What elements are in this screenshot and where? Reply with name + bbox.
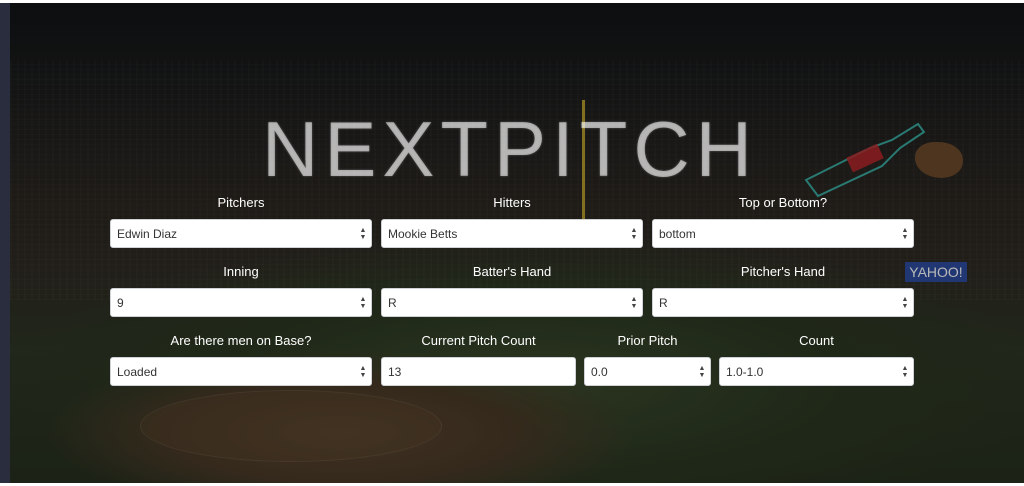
top-bottom-value: bottom xyxy=(659,227,696,241)
prior-pitch-value: 0.0 xyxy=(591,365,608,379)
pitch-count-value: 13 xyxy=(388,365,402,379)
inning-select[interactable]: 9 ▲ ▼ xyxy=(110,288,372,317)
count-label: Count xyxy=(799,333,834,348)
window-frame-left xyxy=(0,0,10,486)
up-down-arrow-icon: ▲ ▼ xyxy=(359,227,367,241)
batters-hand-value: R xyxy=(388,296,397,310)
pitch-count-label: Current Pitch Count xyxy=(421,333,536,348)
count-select[interactable]: 1.0-1.0 ▲ ▼ xyxy=(719,357,914,386)
count-value: 1.0-1.0 xyxy=(726,365,764,379)
up-down-arrow-icon: ▲ ▼ xyxy=(359,365,367,379)
pitch-count-input[interactable]: 13 xyxy=(381,357,576,386)
up-down-arrow-icon: ▲ ▼ xyxy=(698,365,706,379)
men-on-base-select[interactable]: Loaded ▲ ▼ xyxy=(110,357,372,386)
pitchers-label: Pitchers xyxy=(217,195,265,210)
pitchers-hand-label: Pitcher's Hand xyxy=(740,264,826,279)
men-on-base-value: Loaded xyxy=(117,365,158,379)
up-down-arrow-icon: ▲ ▼ xyxy=(630,296,638,310)
hitters-label: Hitters xyxy=(493,195,531,210)
up-down-arrow-icon: ▲ ▼ xyxy=(901,365,909,379)
top-bottom-select[interactable]: bottom ▲ ▼ xyxy=(652,219,914,248)
batters-hand-select[interactable]: R ▲ ▼ xyxy=(381,288,643,317)
up-down-arrow-icon: ▲ ▼ xyxy=(359,296,367,310)
top-bottom-label: Top or Bottom? xyxy=(738,195,828,210)
inning-value: 9 xyxy=(117,296,124,310)
men-on-base-label: Are there men on Base? xyxy=(170,333,312,348)
pitchers-hand-value: R xyxy=(659,296,668,310)
hitters-value: Mookie Betts xyxy=(388,227,458,241)
app-logo: NEXTPITCH xyxy=(261,105,759,193)
up-down-arrow-icon: ▲ ▼ xyxy=(901,296,909,310)
pitchers-value: Edwin Diaz xyxy=(117,227,178,241)
batters-hand-label: Batter's Hand xyxy=(472,264,552,279)
prior-pitch-select[interactable]: 0.0 ▲ ▼ xyxy=(584,357,711,386)
up-down-arrow-icon: ▲ ▼ xyxy=(630,227,638,241)
inning-label: Inning xyxy=(223,264,259,279)
prior-pitch-label: Prior Pitch xyxy=(617,333,678,348)
up-down-arrow-icon: ▲ ▼ xyxy=(901,227,909,241)
pitchers-hand-select[interactable]: R ▲ ▼ xyxy=(652,288,914,317)
hitters-select[interactable]: Mookie Betts ▲ ▼ xyxy=(381,219,643,248)
pitchers-select[interactable]: Edwin Diaz ▲ ▼ xyxy=(110,219,372,248)
